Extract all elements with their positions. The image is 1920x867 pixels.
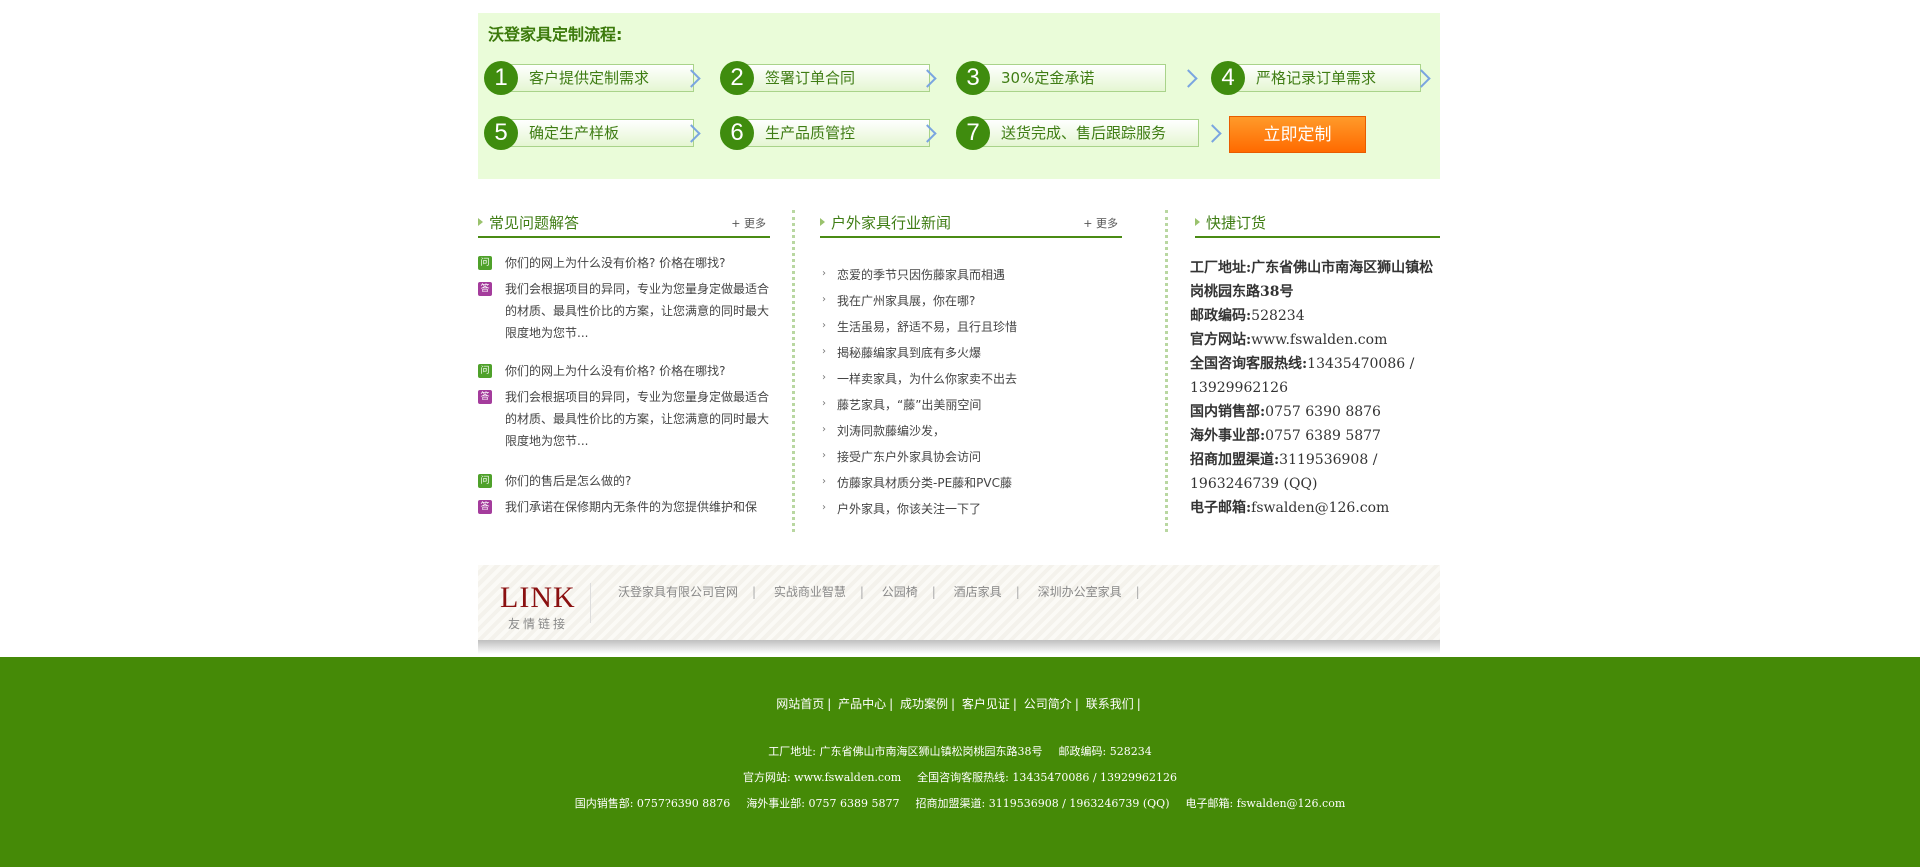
step-number: 7	[956, 116, 990, 150]
friend-links: 沃登家具有限公司官网 | 实战商业智慧 | 公园椅 | 酒店家具 | 深圳办公室家具 |	[618, 585, 1140, 599]
chevron-right-icon	[921, 69, 935, 91]
bullet-icon: ›	[822, 476, 826, 487]
link-bar-shadow	[478, 640, 1440, 654]
step-label: 送货完成、售后跟踪服务	[980, 119, 1199, 147]
site-footer: 网站首页 | 产品中心 | 成功案例 | 客户见证 | 公司简介 | 联系我们 | 工厂地址…	[0, 657, 1920, 867]
quick-order-header: 快捷订货	[1194, 210, 1440, 238]
chevron-right-icon	[685, 69, 699, 91]
custom-process-panel: 沃登家具定制流程: 客户提供定制需求 1 签署订单合同 2 30%定金承诺 3 …	[478, 13, 1440, 179]
footer-nav-testimonials[interactable]: 客户见证	[962, 697, 1010, 711]
step-label: 签署订单合同	[744, 64, 930, 92]
bullet-icon: ›	[822, 372, 826, 383]
step-number: 3	[956, 61, 990, 95]
bullet-icon: ›	[822, 294, 826, 305]
bullet-icon: ›	[822, 320, 826, 331]
process-title: 沃登家具定制流程:	[488, 25, 623, 44]
friend-link[interactable]: 沃登家具有限公司官网	[618, 585, 738, 599]
chevron-right-icon	[1182, 69, 1196, 91]
footer-nav: 网站首页 | 产品中心 | 成功案例 | 客户见证 | 公司简介 | 联系我们 |	[776, 697, 1141, 711]
step-number: 4	[1211, 61, 1245, 95]
news-header: 户外家具行业新闻 + 更多	[819, 210, 1122, 238]
friend-link[interactable]: 深圳办公室家具	[1038, 585, 1122, 599]
footer-nav-about[interactable]: 公司简介	[1024, 697, 1072, 711]
footer-nav-home[interactable]: 网站首页	[776, 697, 824, 711]
question-badge: 问	[478, 256, 492, 270]
step-label: 客户提供定制需求	[508, 64, 694, 92]
footer-phone-line: 国内销售部: 0757?6390 8876 海外事业部: 0757 6389 58…	[574, 797, 1346, 810]
news-more-link[interactable]: + 更多	[1083, 215, 1118, 231]
footer-web-line: 官方网站: www.fswalden.com 全国咨询客服热线: 13435470…	[742, 771, 1178, 784]
chevron-right-icon	[1415, 69, 1429, 91]
friend-link[interactable]: 酒店家具	[954, 585, 1002, 599]
footer-nav-products[interactable]: 产品中心	[838, 697, 886, 711]
step-label: 严格记录订单需求	[1235, 64, 1421, 92]
customize-now-button[interactable]: 立即定制	[1229, 116, 1366, 153]
column-divider	[1165, 210, 1168, 532]
chevron-right-icon	[921, 124, 935, 146]
friend-link[interactable]: 实战商业智慧	[774, 585, 846, 599]
friend-links-bar: LINK 友情链接 沃登家具有限公司官网 | 实战商业智慧 | 公园椅 | 酒店家具 |…	[478, 565, 1440, 645]
bullet-icon: ›	[822, 398, 826, 409]
footer-nav-cases[interactable]: 成功案例	[900, 697, 948, 711]
question-badge: 问	[478, 474, 492, 488]
faq-more-link[interactable]: + 更多	[731, 215, 766, 231]
bullet-icon: ›	[822, 268, 826, 279]
step-number: 2	[720, 61, 754, 95]
link-logo-subtitle: 友情链接	[508, 617, 569, 631]
news-title: 户外家具行业新闻	[819, 214, 952, 232]
faq-answer: 答 我们会根据项目的异同，专业为您量身定做最适合的材质、最具性价比的方案，让您满…	[478, 278, 770, 344]
step-label: 确定生产样板	[508, 119, 694, 147]
faq-answer: 答 我们承诺在保修期内无条件的为您提供维护和保	[478, 496, 770, 518]
quick-order-title: 快捷订货	[1194, 214, 1267, 232]
friend-link[interactable]: 公园椅	[882, 585, 918, 599]
faq-header: 常见问题解答 + 更多	[477, 210, 770, 238]
step-number: 1	[484, 61, 518, 95]
footer-address-line: 工厂地址: 广东省佛山市南海区狮山镇松岗桃园东路38号 邮政编码: 528234	[768, 745, 1152, 758]
contact-info: 工厂地址:广东省佛山市南海区狮山镇松岗桃园东路38号 邮政编码:528234 官…	[1190, 260, 1434, 516]
step-number: 6	[720, 116, 754, 150]
link-logo: LINK	[500, 581, 576, 614]
question-badge: 问	[478, 364, 492, 378]
answer-badge: 答	[478, 282, 492, 296]
step-label: 生产品质管控	[744, 119, 930, 147]
faq-title: 常见问题解答	[477, 214, 580, 232]
faq-question[interactable]: 问 你们的网上为什么没有价格? 价格在哪找?	[478, 360, 770, 382]
chevron-right-icon	[685, 124, 699, 146]
answer-badge: 答	[478, 500, 492, 514]
faq-answer: 答 我们会根据项目的异同，专业为您量身定做最适合的材质、最具性价比的方案，让您满…	[478, 386, 770, 452]
faq-question[interactable]: 问 你们的售后是怎么做的?	[478, 470, 770, 492]
chevron-right-icon	[1206, 124, 1220, 146]
divider	[590, 583, 591, 623]
step-label: 30%定金承诺	[980, 64, 1166, 92]
bullet-icon: ›	[822, 502, 826, 513]
step-number: 5	[484, 116, 518, 150]
bullet-icon: ›	[822, 450, 826, 461]
answer-badge: 答	[478, 390, 492, 404]
faq-question[interactable]: 问 你们的网上为什么没有价格? 价格在哪找?	[478, 252, 770, 274]
column-divider	[792, 210, 795, 532]
bullet-icon: ›	[822, 346, 826, 357]
bullet-icon: ›	[822, 424, 826, 435]
footer-nav-contact[interactable]: 联系我们	[1086, 697, 1134, 711]
